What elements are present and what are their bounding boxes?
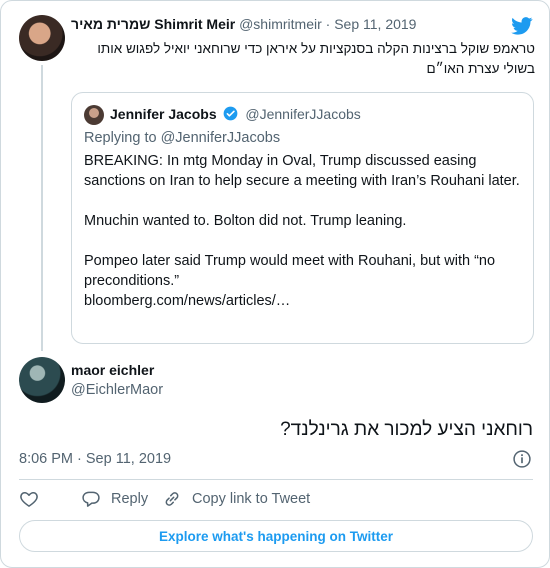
avatar-jennifer-jacobs bbox=[84, 105, 104, 125]
replying-to: Replying to @JenniferJJacobs bbox=[84, 130, 281, 146]
speech-bubble-icon bbox=[82, 491, 100, 507]
quoted-link[interactable]: bloomberg.com/news/articles/… bbox=[84, 291, 524, 311]
quoted-author-name: Jennifer Jacobs bbox=[110, 106, 217, 122]
copy-link-label: Copy link to Tweet bbox=[192, 491, 311, 507]
author-name[interactable]: שמרית מאיר Shimrit Meir bbox=[71, 16, 235, 32]
reply-tweet-text: רוחאני הציע למכור את גרינלנד? bbox=[280, 419, 533, 440]
verified-badge-icon bbox=[223, 106, 237, 121]
quoted-paragraph: BREAKING: In mtg Monday in Oval, Trump d… bbox=[84, 153, 520, 189]
author-handle[interactable]: @shimritmeir bbox=[239, 16, 322, 32]
quoted-paragraph: Pompeo later said Trump would meet with … bbox=[84, 253, 496, 289]
reply-author-handle[interactable]: @EichlerMaor bbox=[71, 382, 163, 398]
info-icon[interactable] bbox=[512, 449, 532, 469]
link-icon bbox=[165, 492, 179, 506]
quoted-tweet[interactable]: Jennifer Jacobs @JenniferJJacobs Replyin… bbox=[71, 92, 534, 344]
twitter-bird-icon[interactable] bbox=[511, 17, 533, 35]
like-button[interactable] bbox=[19, 489, 39, 509]
quoted-tweet-header: Jennifer Jacobs @JenniferJJacobs bbox=[110, 106, 361, 122]
reply-author-name[interactable]: maor eichler bbox=[71, 362, 154, 378]
tweet-timestamp[interactable]: 8:06 PM · Sep 11, 2019 bbox=[19, 451, 171, 467]
avatar-shimrit-meir[interactable] bbox=[19, 15, 65, 61]
quoted-tweet-body: BREAKING: In mtg Monday in Oval, Trump d… bbox=[84, 151, 524, 311]
tweet-date[interactable]: Sep 11, 2019 bbox=[334, 16, 416, 32]
original-tweet-header: שמרית מאיר Shimrit Meir @shimritmeir · S… bbox=[71, 16, 416, 32]
reply-button[interactable]: Reply bbox=[81, 489, 148, 509]
tweet-embed-card: שמרית מאיר Shimrit Meir @shimritmeir · S… bbox=[0, 0, 550, 568]
explore-twitter-button[interactable]: Explore what's happening on Twitter bbox=[19, 520, 533, 552]
separator-dot: · bbox=[325, 16, 335, 32]
reply-label: Reply bbox=[111, 491, 149, 507]
heart-icon bbox=[20, 492, 38, 507]
thread-connector-line bbox=[41, 65, 43, 351]
quoted-paragraph: Mnuchin wanted to. Bolton did not. Trump… bbox=[84, 213, 407, 229]
avatar-maor-eichler[interactable] bbox=[19, 357, 65, 403]
divider bbox=[19, 479, 533, 480]
quoted-author-handle: @JenniferJJacobs bbox=[245, 106, 361, 122]
copy-link-button[interactable]: Copy link to Tweet bbox=[162, 489, 310, 509]
original-tweet-text: טראמפ שוקל ברצינות הקלה בסנקציות על אירא… bbox=[97, 41, 535, 76]
